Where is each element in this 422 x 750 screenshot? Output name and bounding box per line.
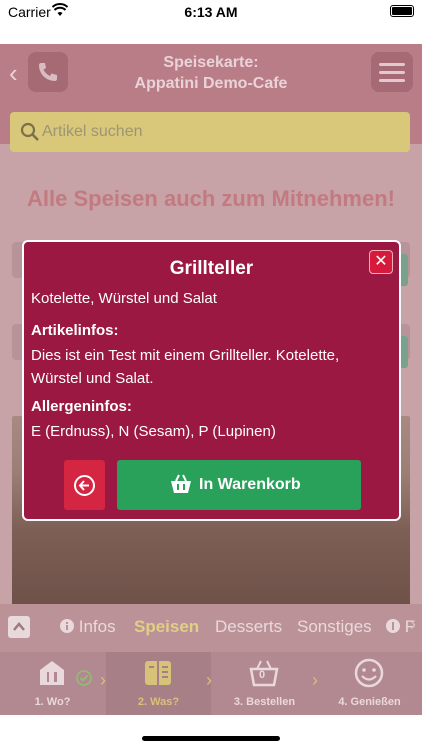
search-input[interactable]: [42, 120, 392, 144]
phone-icon: [39, 63, 57, 81]
restaurant-icon: [40, 661, 64, 685]
tab-label: Infos: [78, 617, 116, 636]
cart-count-badge: 0: [259, 669, 266, 681]
hamburger-line: [379, 71, 405, 74]
page-title: Speisekarte: Appatini Demo-Cafe: [80, 52, 342, 94]
chevron-up-icon: [13, 622, 25, 631]
call-button[interactable]: [28, 52, 68, 92]
info-icon: [386, 619, 400, 633]
menu-book-icon: [145, 661, 171, 685]
tab-desserts[interactable]: Desserts: [215, 617, 282, 637]
takeaway-banner: Alle Speisen auch zum Mitnehmen!: [27, 186, 395, 211]
product-title: Grillteller: [169, 258, 254, 279]
search-icon: [20, 122, 39, 141]
article-info-text: Dies ist ein Test mit einem Grillteller.…: [31, 347, 340, 387]
product-subtitle: Kotelette, Würstel und Salat: [31, 290, 217, 307]
order-steps: 1. Wo? › 2. Was? › 0 3. Bestellen › 4. G…: [0, 652, 422, 715]
step-label: 4. Genießen: [338, 696, 401, 708]
hamburger-line: [379, 63, 405, 66]
step-where[interactable]: 1. Wo?: [0, 652, 105, 715]
step-label: 3. Bestellen: [233, 696, 296, 708]
search-bar[interactable]: [10, 112, 410, 152]
tab-infos[interactable]: Infos: [60, 617, 116, 637]
info-icon: [60, 619, 74, 633]
clock: 6:13 AM: [184, 4, 238, 20]
close-button[interactable]: ✕: [369, 250, 393, 274]
category-tab-bar: Infos Speisen Desserts Sonstiges F ›: [0, 604, 422, 652]
add-to-cart-label: In Warenkorb: [199, 476, 301, 493]
menu-button[interactable]: [371, 52, 413, 92]
tab-sonstiges[interactable]: Sonstiges: [297, 617, 372, 637]
home-indicator-area: [0, 715, 422, 750]
product-detail-modal: Grillteller ✕ Kotelette, Würstel und Sal…: [22, 240, 401, 521]
article-info-heading: Artikelinfos:: [31, 322, 119, 339]
check-icon: [76, 670, 92, 686]
hamburger-line: [379, 79, 405, 82]
allergen-text: E (Erdnuss), N (Sesam), P (Lupinen): [31, 423, 276, 440]
back-chevron-icon[interactable]: ‹: [9, 58, 18, 89]
status-bar: Carrier 6:13 AM: [0, 0, 422, 44]
battery-icon: [390, 5, 414, 17]
add-to-cart-button[interactable]: In Warenkorb: [117, 460, 361, 510]
home-indicator[interactable]: [142, 736, 280, 741]
header: ‹ Speisekarte: Appatini Demo-Cafe: [0, 44, 422, 152]
back-button[interactable]: [64, 460, 105, 510]
tab-speisen[interactable]: Speisen: [134, 617, 199, 637]
title-line-1: Speisekarte:: [163, 54, 259, 71]
step-enjoy[interactable]: 4. Genießen: [317, 652, 422, 715]
title-line-2: Appatini Demo-Cafe: [134, 75, 288, 92]
allergen-heading: Allergeninfos:: [31, 398, 132, 415]
chevron-right-icon[interactable]: ›: [410, 614, 416, 635]
step-label: 2. Was?: [137, 696, 180, 708]
back-arrow-icon: [74, 475, 95, 496]
step-label: 1. Wo?: [34, 696, 71, 708]
collapse-button[interactable]: [8, 616, 30, 638]
basket-icon: [171, 474, 191, 493]
smiley-icon: [354, 658, 384, 688]
step-what[interactable]: 2. Was?: [106, 652, 211, 715]
step-order[interactable]: 0 3. Bestellen: [212, 652, 317, 715]
